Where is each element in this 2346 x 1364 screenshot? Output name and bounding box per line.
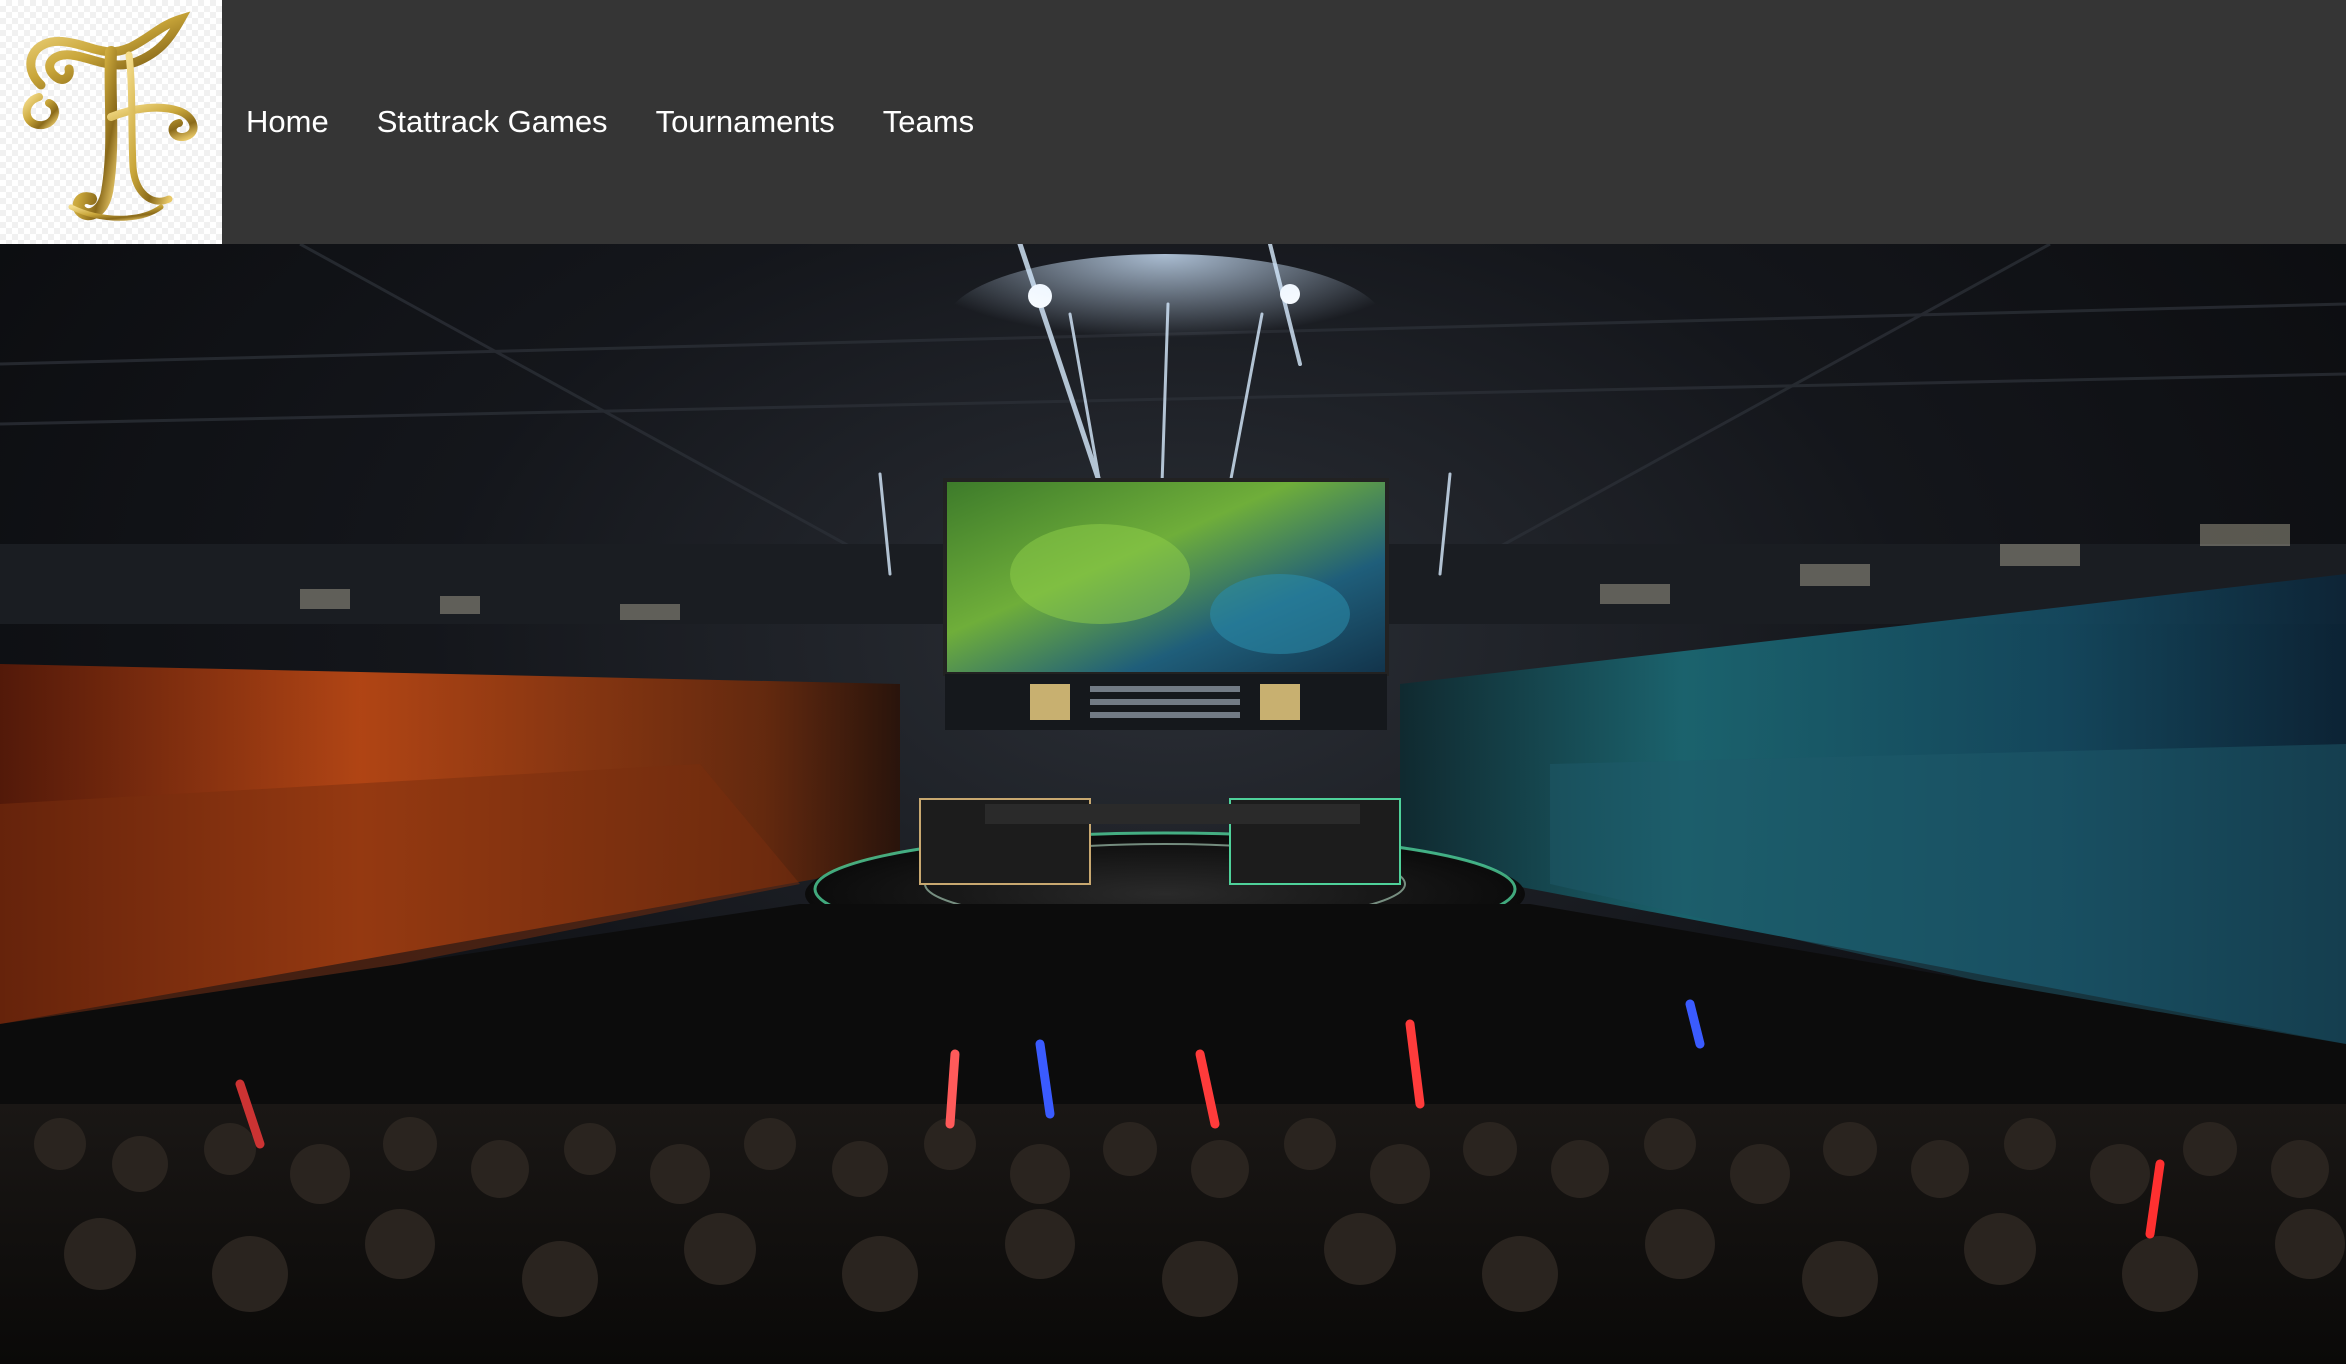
monogram-logo-icon [22, 11, 198, 221]
site-logo[interactable] [0, 0, 222, 244]
nav-link-stattrack-games[interactable]: Stattrack Games [377, 104, 608, 140]
arena-illustration [0, 244, 2346, 1364]
nav-link-teams[interactable]: Teams [883, 104, 974, 140]
hero-image-arena [0, 244, 2346, 1364]
top-navbar: Home Stattrack Games Tournaments Teams [0, 0, 2346, 244]
nav-link-tournaments[interactable]: Tournaments [656, 104, 835, 140]
main-nav: Home Stattrack Games Tournaments Teams [246, 104, 1022, 140]
nav-link-home[interactable]: Home [246, 104, 329, 140]
